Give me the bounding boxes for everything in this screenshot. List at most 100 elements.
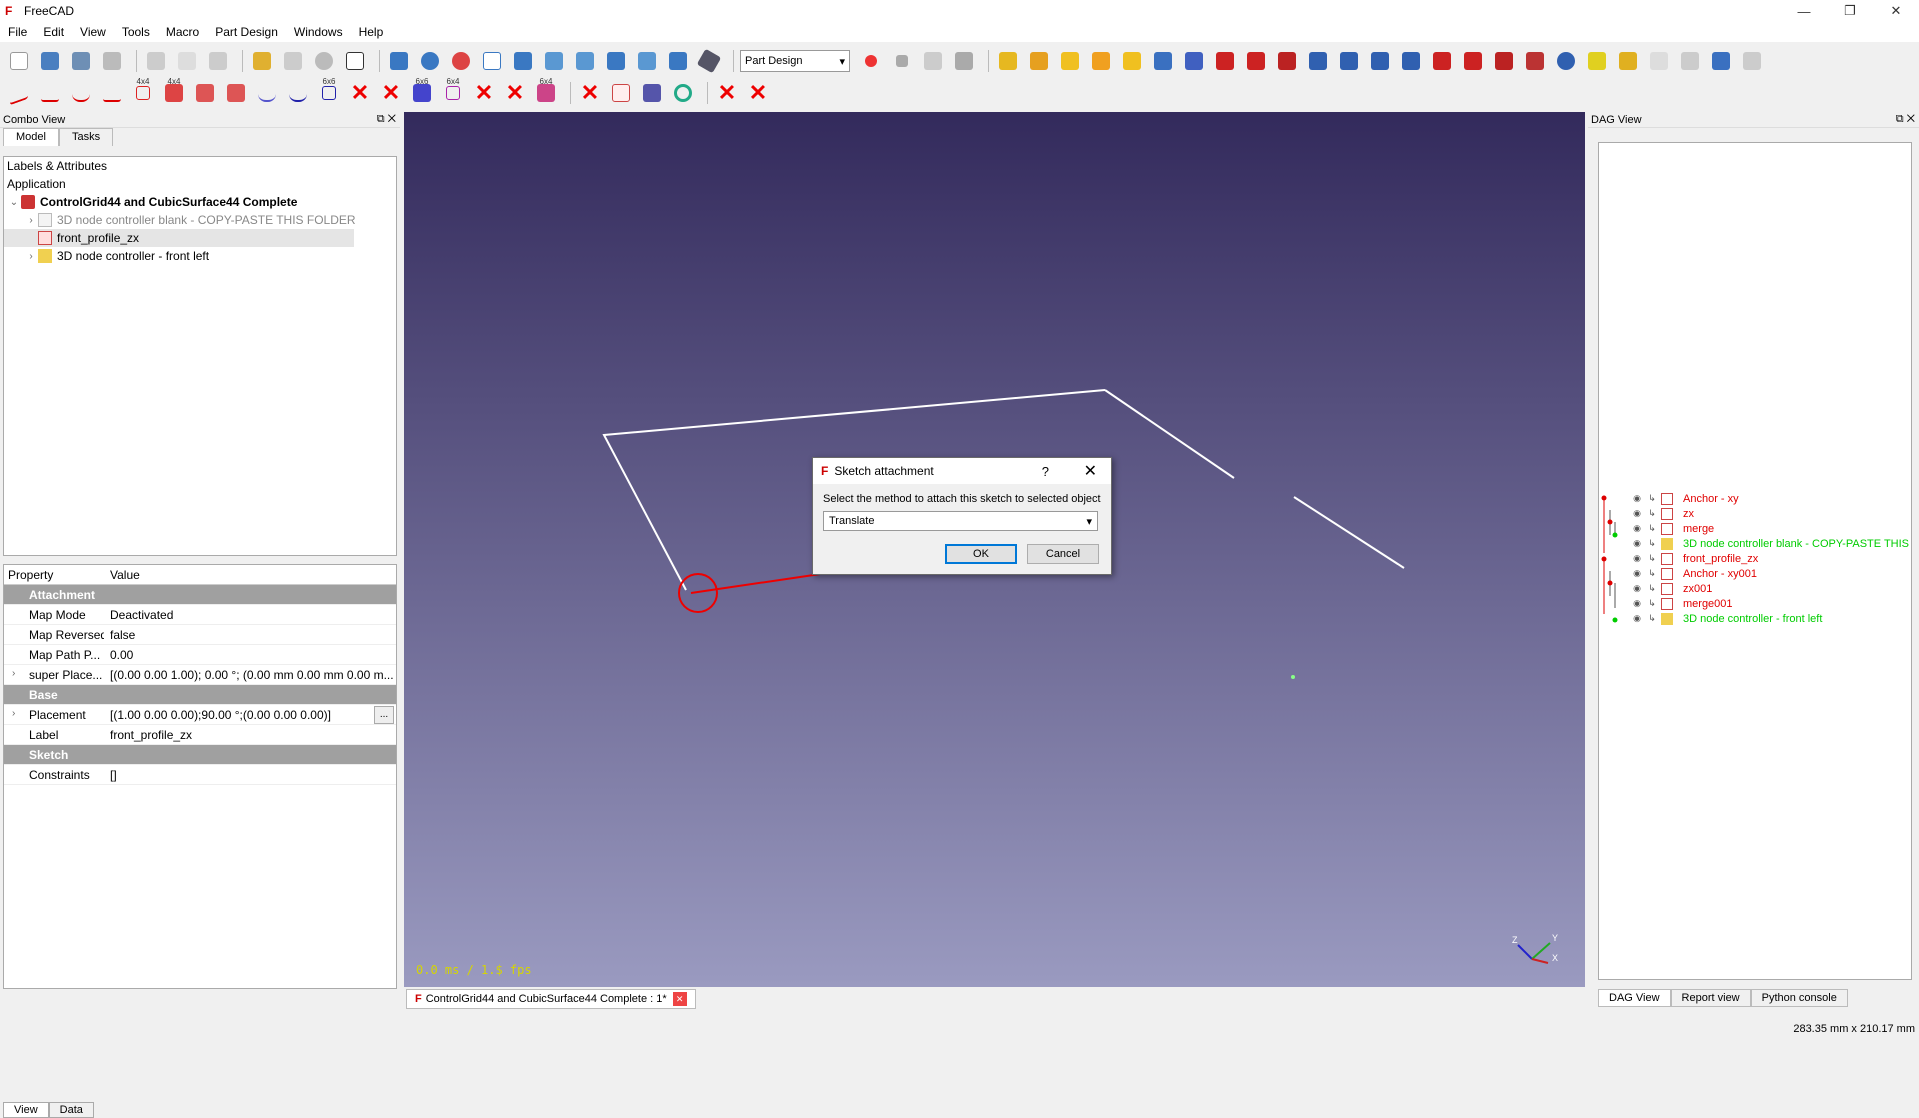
print-button[interactable] xyxy=(99,49,125,73)
property-row[interactable]: Label front_profile_zx xyxy=(4,725,396,745)
expand-right-icon[interactable]: › xyxy=(12,668,15,679)
property-row[interactable]: Map Reversed false xyxy=(4,625,396,645)
property-row[interactable]: Constraints [] xyxy=(4,765,396,785)
revolution-button[interactable] xyxy=(1243,49,1269,73)
dag-row[interactable]: ◉ ↳ zx001 xyxy=(1599,581,1911,596)
delete-tool-4-button[interactable]: ✕ xyxy=(502,80,528,105)
pad-button[interactable] xyxy=(1212,49,1238,73)
whats-this-button[interactable] xyxy=(342,49,368,73)
multi-transform-button[interactable] xyxy=(1677,49,1703,73)
property-value[interactable]: front_profile_zx xyxy=(104,728,396,742)
minimize-button[interactable]: — xyxy=(1781,0,1827,22)
top-view-button[interactable] xyxy=(541,49,567,73)
refresh-button[interactable] xyxy=(311,49,337,73)
menu-tools[interactable]: Tools xyxy=(114,25,158,39)
chamfer-button[interactable] xyxy=(1460,49,1486,73)
property-value[interactable]: [] xyxy=(104,768,396,782)
curve-blue-1-button[interactable] xyxy=(254,81,280,105)
float-icon[interactable]: ⧉ xyxy=(377,113,385,125)
cancel-button[interactable]: Cancel xyxy=(1027,544,1099,564)
tab-python-console[interactable]: Python console xyxy=(1750,989,1848,1007)
new-file-button[interactable] xyxy=(6,49,32,73)
eye-icon[interactable]: ◉ xyxy=(1631,523,1643,535)
left-view-button[interactable] xyxy=(665,49,691,73)
property-value[interactable]: [(1.00 0.00 0.00);90.00 °;(0.00 0.00 0.0… xyxy=(104,708,374,722)
surface-6x4-button[interactable]: 6x4 xyxy=(533,77,559,105)
tab-report-view[interactable]: Report view xyxy=(1670,989,1751,1007)
menu-help[interactable]: Help xyxy=(351,25,392,39)
close-window-button[interactable]: ✕ xyxy=(1873,0,1919,22)
dag-graph[interactable]: ◉ ↳ Anchor - xy ◉ ↳ zx ◉ ↳ merge ◉ ↳ 3D node contro… xyxy=(1598,142,1912,980)
eye-icon[interactable]: ◉ xyxy=(1631,583,1643,595)
expand-down-icon[interactable]: ⌄ xyxy=(7,197,21,208)
isometric-view-button[interactable] xyxy=(479,49,505,73)
pocket-button[interactable] xyxy=(1305,49,1331,73)
curve-tool-3-button[interactable] xyxy=(68,81,94,105)
property-row[interactable]: Map Path P... 0.00 xyxy=(4,645,396,665)
validate-sketch-button[interactable] xyxy=(1088,49,1114,73)
sketch-line-segment[interactable] xyxy=(1104,389,1235,479)
linear-pattern-button[interactable] xyxy=(1615,49,1641,73)
dag-row[interactable]: ◉ ↳ Anchor - xy001 xyxy=(1599,566,1911,581)
grid-4x4-button[interactable]: 4x4 xyxy=(130,77,156,105)
redo-button[interactable] xyxy=(280,49,306,73)
draft-button[interactable] xyxy=(1491,49,1517,73)
property-value[interactable]: [(0.00 0.00 1.00); 0.00 °; (0.00 mm 0.00… xyxy=(104,668,396,682)
shape-binder-button[interactable] xyxy=(1150,49,1176,73)
wrench-tool-button[interactable] xyxy=(639,81,665,105)
cut-button[interactable] xyxy=(143,49,169,73)
dag-row[interactable]: ◉ ↳ Anchor - xy xyxy=(1599,491,1911,506)
menu-edit[interactable]: Edit xyxy=(35,25,72,39)
eye-icon[interactable]: ◉ xyxy=(1631,553,1643,565)
curve-tool-2-button[interactable] xyxy=(37,81,63,105)
tab-data[interactable]: Data xyxy=(48,1102,94,1118)
property-row[interactable]: › super Place... [(0.00 0.00 1.00); 0.00 °… xyxy=(4,665,396,685)
expand-right-icon[interactable]: › xyxy=(24,251,38,262)
stop-macro-button[interactable] xyxy=(889,49,915,73)
eye-icon[interactable]: ◉ xyxy=(1631,493,1643,505)
curve-tool-1-button[interactable] xyxy=(6,80,32,106)
delete-tool-5-button[interactable]: ✕ xyxy=(577,80,603,105)
sketch-line-segment[interactable] xyxy=(1293,496,1405,569)
save-button[interactable] xyxy=(68,49,94,73)
clone-button[interactable] xyxy=(1181,49,1207,73)
tab-view[interactable]: View xyxy=(3,1102,49,1118)
additive-loft-button[interactable] xyxy=(1274,49,1300,73)
create-part-button[interactable] xyxy=(1026,49,1052,73)
property-value[interactable]: 0.00 xyxy=(104,648,396,662)
surface-4x4-button[interactable]: 4x4 xyxy=(161,77,187,105)
placement-edit-button[interactable]: ... xyxy=(374,705,394,724)
delete-tool-2-button[interactable]: ✕ xyxy=(378,80,404,105)
close-tab-icon[interactable]: ✕ xyxy=(672,992,687,1006)
groove-button[interactable] xyxy=(1367,49,1393,73)
workbench-selector[interactable]: Part Design ▾ xyxy=(740,50,850,72)
right-view-button[interactable] xyxy=(572,49,598,73)
close-icon[interactable]: ✕ xyxy=(1907,113,1915,125)
highlight-circle[interactable] xyxy=(678,573,718,613)
menu-part-design[interactable]: Part Design xyxy=(207,25,286,39)
eye-icon[interactable]: ◉ xyxy=(1631,598,1643,610)
expand-right-icon[interactable]: › xyxy=(12,708,15,719)
create-body-button[interactable] xyxy=(995,49,1021,73)
menu-file[interactable]: File xyxy=(0,25,35,39)
tab-model[interactable]: Model xyxy=(3,128,59,146)
tab-tasks[interactable]: Tasks xyxy=(58,128,114,146)
datum-button[interactable] xyxy=(1119,49,1145,73)
delete-tool-6-button[interactable]: ✕ xyxy=(714,80,740,105)
restore-button[interactable]: ❐ xyxy=(1827,0,1873,22)
grid-6x6-button[interactable]: 6x6 xyxy=(316,77,342,105)
bottom-view-button[interactable] xyxy=(634,49,660,73)
eye-icon[interactable]: ◉ xyxy=(1631,538,1643,550)
tab-dag-view[interactable]: DAG View xyxy=(1598,989,1671,1007)
dag-row[interactable]: ◉ ↳ front_profile_zx xyxy=(1599,551,1911,566)
curve-blue-2-button[interactable] xyxy=(285,81,311,105)
dag-row[interactable]: ◉ ↳ zx xyxy=(1599,506,1911,521)
mirrored-button[interactable] xyxy=(1584,49,1610,73)
close-icon[interactable]: ✕ xyxy=(388,113,396,125)
fit-all-button[interactable] xyxy=(386,49,412,73)
property-value[interactable]: false xyxy=(104,628,396,642)
delete-tool-1-button[interactable]: ✕ xyxy=(347,80,373,105)
record-macro-button[interactable] xyxy=(858,49,884,73)
selected-red-line[interactable] xyxy=(690,571,835,594)
open-file-button[interactable] xyxy=(37,49,63,73)
